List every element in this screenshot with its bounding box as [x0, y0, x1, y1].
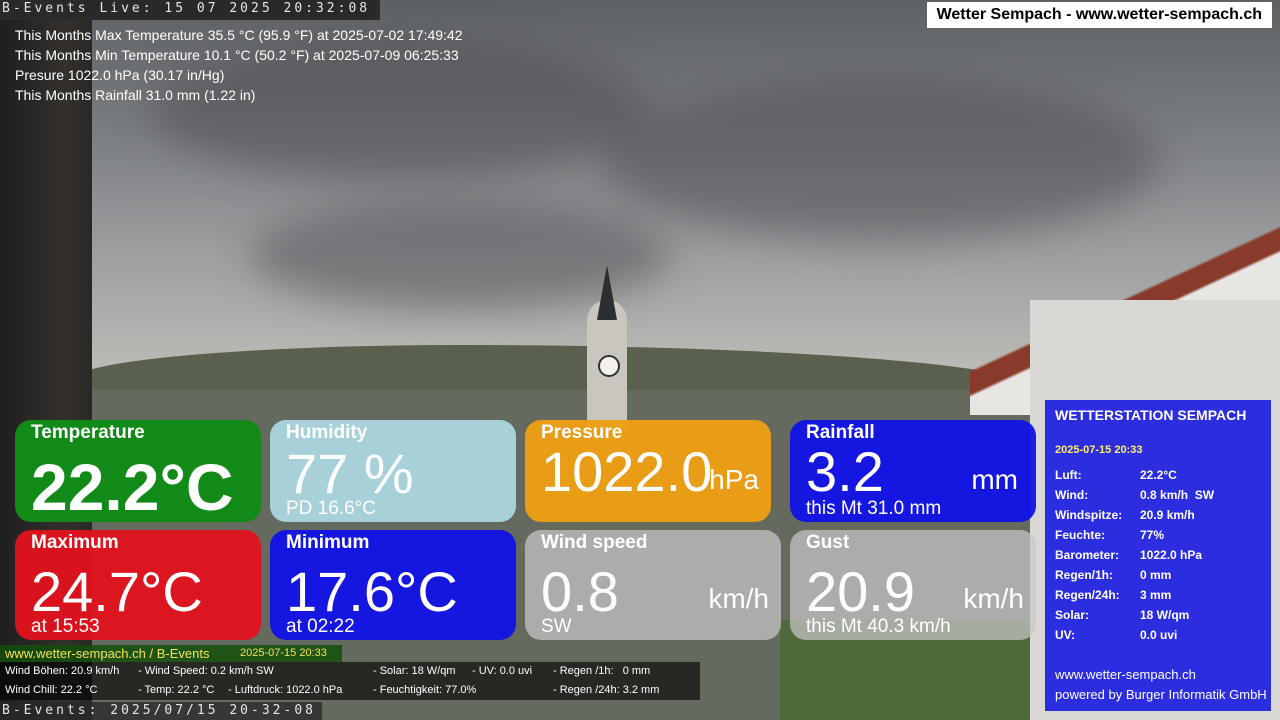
panel-key: Luft:: [1055, 468, 1082, 482]
panel-key: Wind:: [1055, 488, 1089, 502]
gust-tile: Gust 20.9 km/h this Mt 40.3 km/h: [790, 530, 1036, 640]
panel-key: Solar:: [1055, 608, 1090, 622]
stat-rainfall: This Months Rainfall 31.0 mm (1.22 in): [15, 87, 256, 103]
panel-row: Luft: 22.2°C: [1055, 468, 1265, 482]
ticker-header: www.wetter-sempach.ch / B-Events 2025-07…: [0, 645, 342, 662]
panel-row: Solar: 18 W/qm: [1055, 608, 1265, 622]
ticker-body: Wind Böhen: 20.9 km/h - Wind Speed: 0.2 …: [0, 662, 700, 700]
gust-value: 20.9: [806, 560, 915, 623]
church-spire: [597, 265, 617, 320]
panel-key: Regen/24h:: [1055, 588, 1120, 602]
panel-value: 3 mm: [1140, 588, 1172, 602]
humidity-tile: Humidity 77 % PD 16.6°C: [270, 420, 516, 522]
live-timestamp: B-Events Live: 15 07 2025 20:32:08: [0, 0, 377, 18]
humidity-label: Humidity: [286, 422, 368, 443]
minimum-tile: Minimum 17.6°C at 02:22: [270, 530, 516, 640]
wind-speed-value: 0.8: [541, 560, 619, 623]
maximum-time: at 15:53: [31, 616, 100, 637]
wind-speed-label: Wind speed: [541, 532, 648, 553]
panel-row: Barometer: 1022.0 hPa: [1055, 548, 1265, 562]
stat-pressure: Presure 1022.0 hPa (30.17 in/Hg): [15, 67, 225, 83]
panel-row: Regen/1h: 0 mm: [1055, 568, 1265, 582]
wind-direction: SW: [541, 616, 572, 637]
panel-key: Barometer:: [1055, 548, 1120, 562]
ticker-date: 2025-07-15 20:33: [240, 647, 327, 659]
maximum-tile: Maximum 24.7°C at 15:53: [15, 530, 261, 640]
panel-row: Feuchte: 77%: [1055, 528, 1265, 542]
panel-row: Windspitze: 20.9 km/h: [1055, 508, 1265, 522]
maximum-label: Maximum: [31, 532, 119, 553]
panel-value: 20.9 km/h: [1140, 508, 1195, 522]
panel-title: WETTERSTATION SEMPACH: [1055, 407, 1247, 423]
stat-max-temp: This Months Max Temperature 35.5 °C (95.…: [15, 27, 463, 43]
panel-value: 0 mm: [1140, 568, 1172, 582]
monthly-stats: This Months Max Temperature 35.5 °C (95.…: [15, 25, 463, 105]
wind-speed-unit: km/h: [708, 583, 769, 614]
panel-row: Regen/24h: 3 mm: [1055, 588, 1265, 602]
rainfall-tile: Rainfall 3.2 mm this Mt 31.0 mm: [790, 420, 1036, 522]
gust-unit: km/h: [963, 583, 1024, 614]
temperature-label: Temperature: [31, 422, 145, 443]
panel-date: 2025-07-15 20:33: [1055, 444, 1143, 456]
church-clock: [598, 355, 620, 377]
rainfall-month: this Mt 31.0 mm: [806, 498, 942, 519]
ticker-wind-gusts: Wind Böhen: 20.9 km/h: [5, 665, 120, 677]
humidity-value: 77 %: [286, 442, 414, 505]
ticker-site: www.wetter-sempach.ch / B-Events: [5, 646, 210, 661]
panel-powered-by: powered by Burger Informatik GmbH: [1055, 687, 1267, 702]
panel-value: 0.8 km/h SW: [1140, 488, 1215, 502]
panel-key: Windspitze:: [1055, 508, 1123, 522]
minimum-value: 17.6°C: [286, 560, 458, 623]
ticker-rain-1h: - Regen /1h: 0 mm: [553, 665, 651, 677]
panel-value: 1022.0 hPa: [1140, 548, 1203, 562]
minimum-time: at 02:22: [286, 616, 355, 637]
ticker-pressure: - Luftdruck: 1022.0 hPa: [228, 684, 343, 696]
panel-value: 0.0 uvi: [1140, 628, 1178, 642]
temperature-value: 22.2°C: [31, 450, 234, 522]
pressure-tile: Pressure 1022.0 hPa: [525, 420, 771, 522]
panel-row: Wind: 0.8 km/h SW: [1055, 488, 1265, 502]
panel-key: UV:: [1055, 628, 1076, 642]
pressure-unit: hPa: [709, 464, 759, 495]
ticker-uv: - UV: 0.0 uvi: [472, 665, 533, 677]
rainfall-value: 3.2: [806, 440, 884, 503]
panel-value: 77%: [1140, 528, 1165, 542]
gust-label: Gust: [806, 532, 850, 553]
ticker-wind-chill: Wind Chill: 22.2 °C: [5, 684, 98, 696]
ticker-wind-speed: - Wind Speed: 0.2 km/h SW: [138, 665, 274, 677]
panel-site-link: www.wetter-sempach.ch: [1055, 667, 1196, 682]
minimum-label: Minimum: [286, 532, 370, 553]
panel-key: Feuchte:: [1055, 528, 1106, 542]
humidity-dewpoint: PD 16.6°C: [286, 498, 376, 519]
site-title: Wetter Sempach - www.wetter-sempach.ch: [926, 2, 1272, 28]
station-panel: WETTERSTATION SEMPACH 2025-07-15 20:33 L…: [1045, 400, 1271, 711]
gust-month: this Mt 40.3 km/h: [806, 616, 951, 637]
rainfall-unit: mm: [971, 464, 1018, 495]
ticker-temp: - Temp: 22.2 °C: [138, 684, 215, 696]
stat-min-temp: This Months Min Temperature 10.1 °C (50.…: [15, 47, 459, 63]
temperature-tile: Temperature 22.2°C: [15, 420, 261, 522]
panel-row: UV: 0.0 uvi: [1055, 628, 1265, 642]
wind-speed-tile: Wind speed 0.8 km/h SW: [525, 530, 781, 640]
ticker-solar: - Solar: 18 W/qm: [373, 665, 456, 677]
maximum-value: 24.7°C: [31, 560, 203, 623]
pressure-value: 1022.0: [541, 440, 713, 503]
panel-value: 18 W/qm: [1140, 608, 1190, 622]
panel-key: Regen/1h:: [1055, 568, 1114, 582]
ticker-rain-24h: - Regen /24h: 3.2 mm: [553, 684, 660, 696]
bottom-timestamp: B-Events: 2025/07/15 20-32-08: [0, 702, 322, 720]
ticker-humidity: - Feuchtigkeit: 77.0%: [373, 684, 477, 696]
panel-value: 22.2°C: [1140, 468, 1177, 482]
